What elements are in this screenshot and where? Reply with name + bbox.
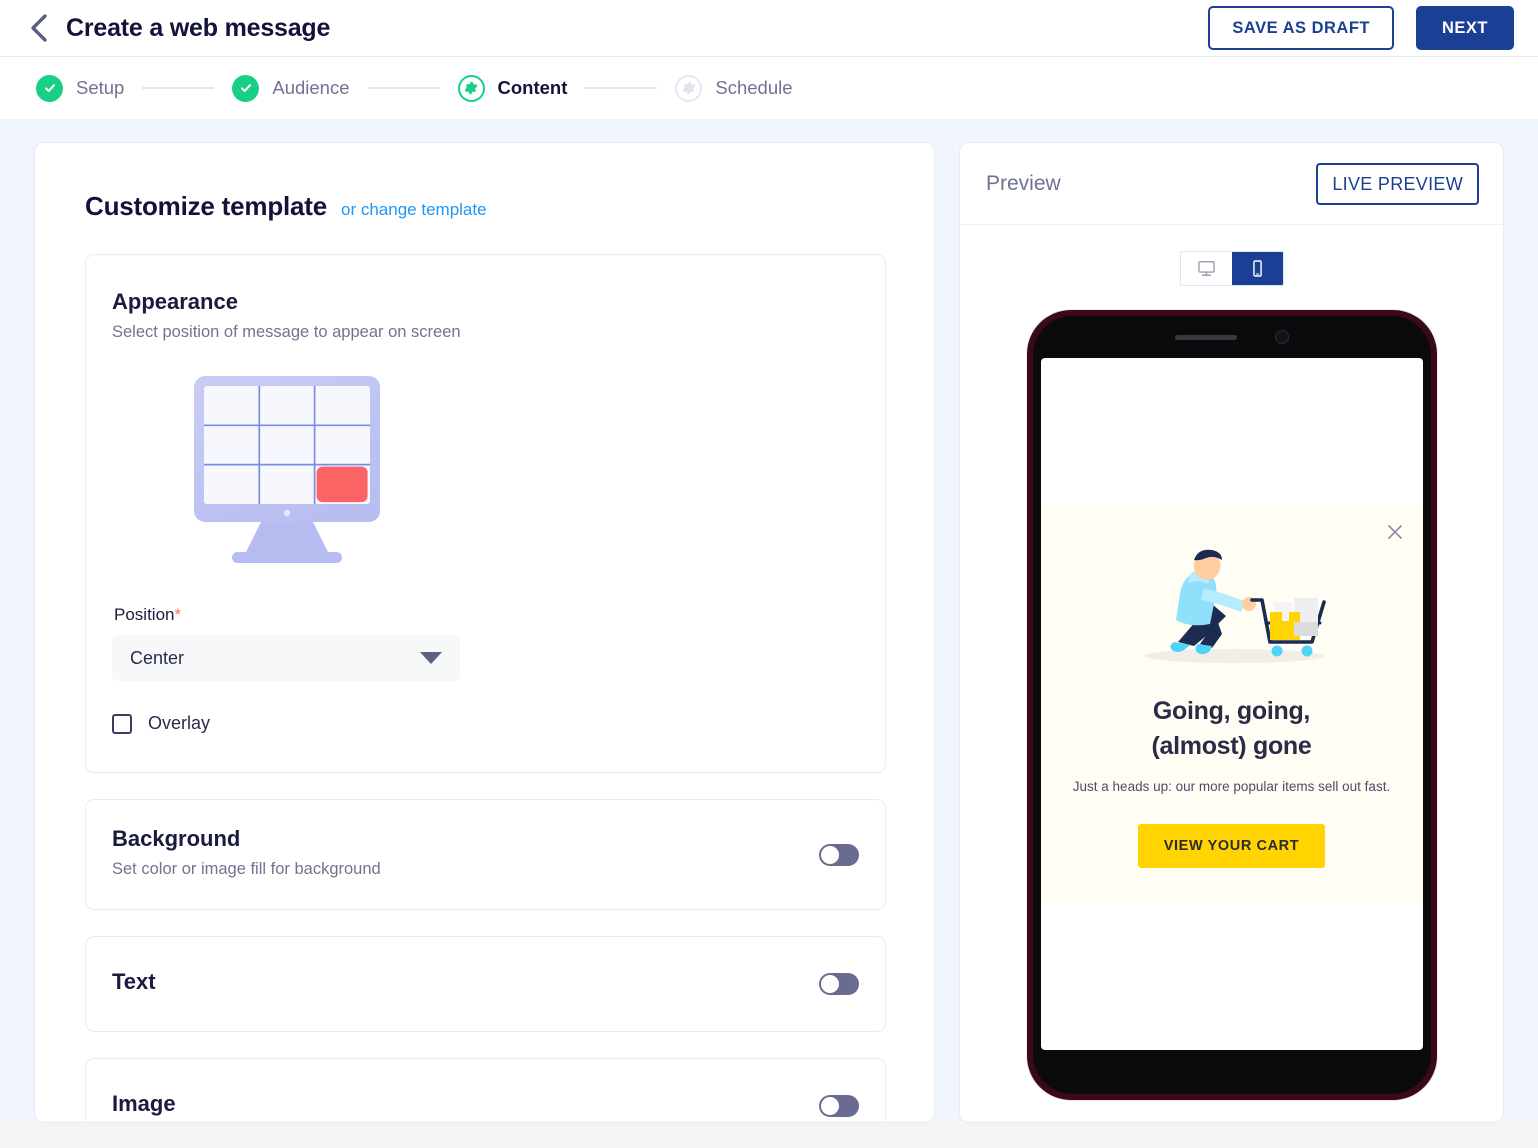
- person-pushing-shopping-cart-illustration: [1059, 538, 1405, 668]
- step-setup-status-icon: [36, 74, 63, 102]
- customize-template-panel: Customize template or change template Ap…: [34, 142, 935, 1123]
- next-button[interactable]: NEXT: [1415, 5, 1514, 51]
- step-connector-3: [585, 87, 658, 89]
- position-select[interactable]: Center: [112, 635, 460, 681]
- cart-illustration-glyph: [1143, 549, 1326, 663]
- top-bar: Create a web message SAVE AS DRAFT NEXT: [0, 0, 1538, 56]
- image-title: Image: [112, 1091, 176, 1116]
- image-toggle-knob: [821, 1097, 839, 1115]
- bottom-strip: [0, 1123, 1538, 1148]
- customize-template-title: Customize template: [85, 191, 328, 221]
- desktop-icon: [1197, 261, 1215, 276]
- phone-camera-icon: [1274, 330, 1289, 344]
- save-as-draft-button[interactable]: SAVE AS DRAFT: [1208, 5, 1394, 51]
- step-content-status-icon: [457, 74, 485, 102]
- background-subtitle: Set color or image fill for background: [112, 860, 381, 878]
- background-title: Background: [112, 826, 241, 851]
- step-audience-status-icon: [232, 74, 260, 102]
- customize-template-header: Customize template or change template: [85, 191, 886, 222]
- overlay-checkbox[interactable]: [112, 713, 132, 734]
- position-select-value: Center: [130, 647, 185, 668]
- message-title: Going, going, (almost) gone: [1059, 694, 1405, 763]
- monitor-illustration-glyph: [194, 376, 380, 563]
- preview-body: Going, going, (almost) gone Just a heads…: [960, 225, 1503, 1122]
- view-your-cart-button[interactable]: VIEW YOUR CART: [1137, 824, 1326, 868]
- background-section: Background Set color or image fill for b…: [85, 799, 886, 910]
- close-glyph: [1387, 525, 1402, 539]
- phone-screen: Going, going, (almost) gone Just a heads…: [1040, 358, 1423, 1050]
- step-setup[interactable]: Setup: [36, 74, 125, 102]
- monitor-grid-illustration[interactable]: [192, 374, 859, 575]
- step-setup-label: Setup: [76, 77, 125, 98]
- step-schedule-label: Schedule: [715, 77, 793, 98]
- mobile-icon: [1252, 260, 1262, 277]
- appearance-section: Appearance Select position of message to…: [85, 254, 886, 773]
- appearance-title: Appearance: [112, 289, 238, 314]
- position-label-text: Position: [114, 605, 175, 624]
- text-toggle[interactable]: [819, 973, 859, 995]
- background-toggle-knob: [821, 845, 839, 864]
- page-title: Create a web message: [66, 13, 331, 42]
- phone-speaker-icon: [1174, 334, 1237, 340]
- step-connector-2: [367, 87, 440, 89]
- message-title-line-1: Going, going,: [1152, 697, 1311, 725]
- live-preview-button[interactable]: LIVE PREVIEW: [1316, 162, 1479, 205]
- chevron-left-icon[interactable]: [26, 11, 52, 45]
- step-connector-1: [142, 87, 215, 89]
- step-content-label: Content: [497, 77, 568, 98]
- text-title: Text: [112, 969, 156, 994]
- step-audience-label: Audience: [272, 77, 350, 98]
- preview-title: Preview: [986, 171, 1061, 195]
- device-switch: [1179, 251, 1284, 286]
- phone-notch-bar: [1032, 316, 1431, 358]
- gear-icon: [464, 81, 478, 95]
- stepper: Setup Audience Content Schedule: [0, 56, 1538, 119]
- check-icon: [240, 84, 251, 92]
- step-schedule[interactable]: Schedule: [675, 74, 793, 102]
- message-body-text: Just a heads up: our more popular items …: [1072, 779, 1391, 794]
- preview-panel: Preview LIVE PREVIEW Going, going, (almo…: [959, 142, 1504, 1123]
- top-bar-actions: SAVE AS DRAFT NEXT: [1208, 5, 1514, 51]
- step-audience[interactable]: Audience: [232, 74, 350, 102]
- text-section: Text: [85, 936, 886, 1032]
- appearance-subtitle: Select position of message to appear on …: [112, 323, 461, 341]
- web-message-card: Going, going, (almost) gone Just a heads…: [1040, 506, 1423, 902]
- body-wrapper: Customize template or change template Ap…: [0, 120, 1538, 1123]
- change-template-link[interactable]: or change template: [341, 200, 487, 220]
- device-desktop-button[interactable]: [1180, 252, 1232, 285]
- chevron-left-glyph: [31, 14, 47, 42]
- check-icon: [44, 84, 55, 92]
- background-toggle[interactable]: [819, 843, 859, 866]
- phone-mockup: Going, going, (almost) gone Just a heads…: [1026, 310, 1437, 1100]
- position-required-marker: *: [174, 605, 182, 624]
- preview-header: Preview LIVE PREVIEW: [960, 143, 1503, 225]
- image-section: Image: [85, 1058, 886, 1122]
- gear-icon: [682, 81, 696, 95]
- chevron-down-icon: [420, 652, 442, 664]
- position-field-label: Position*: [114, 605, 859, 625]
- overlay-checkbox-row[interactable]: Overlay: [112, 713, 859, 734]
- app-root: Create a web message SAVE AS DRAFT NEXT …: [0, 0, 1538, 1148]
- phone-frame: Going, going, (almost) gone Just a heads…: [1032, 316, 1431, 1094]
- step-content[interactable]: Content: [457, 74, 568, 102]
- device-mobile-button[interactable]: [1231, 252, 1283, 285]
- image-toggle[interactable]: [819, 1095, 859, 1117]
- step-schedule-status-icon: [675, 74, 703, 102]
- text-toggle-knob: [821, 975, 839, 993]
- overlay-label: Overlay: [148, 713, 211, 733]
- message-title-line-2: (almost) gone: [1151, 731, 1312, 760]
- close-icon[interactable]: [1385, 522, 1405, 542]
